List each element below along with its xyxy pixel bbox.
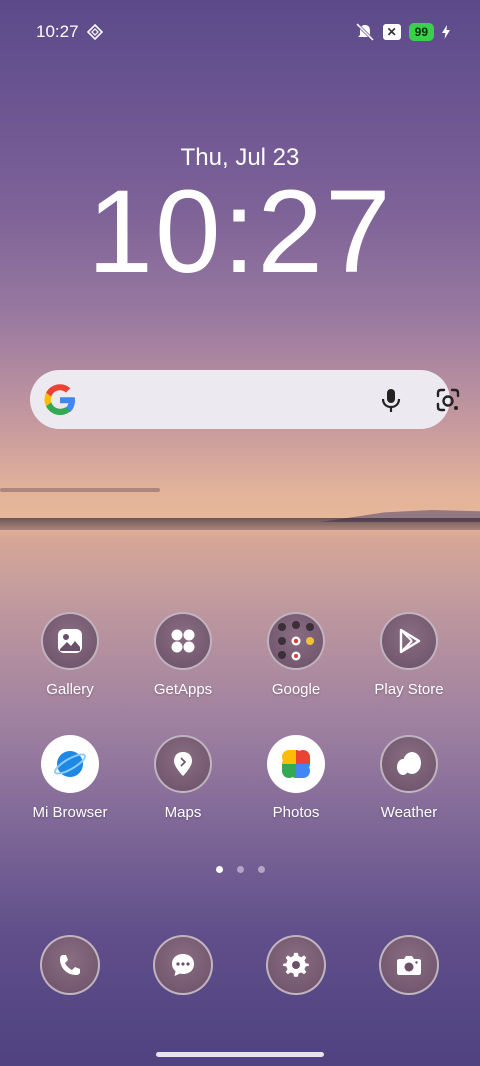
phone-icon (60, 955, 80, 975)
mute-bell-icon (355, 23, 374, 41)
page-dot-active[interactable] (215, 866, 223, 873)
status-bar: 10:27 ✕ 99 (36, 20, 450, 44)
app-getapps[interactable]: GetApps (127, 612, 239, 698)
charging-bolt-icon (442, 25, 450, 39)
clock-time[interactable]: 10:27 (0, 172, 480, 292)
app-photos[interactable]: Photos (240, 735, 352, 821)
page-dot[interactable] (257, 866, 265, 873)
app-gallery[interactable]: Gallery (14, 612, 126, 698)
app-google-folder[interactable]: Google (240, 612, 352, 698)
mi-browser-icon (41, 735, 99, 793)
getapps-icon (154, 612, 212, 670)
app-mi-browser[interactable]: Mi Browser (14, 735, 126, 821)
app-play-store[interactable]: Play Store (353, 612, 465, 698)
dock-camera[interactable] (379, 935, 439, 995)
voice-search-mic-icon[interactable] (377, 386, 405, 414)
wallpaper-haze (0, 488, 160, 492)
status-time: 10:27 (36, 22, 79, 41)
page-indicator (0, 866, 480, 873)
app-label: Play Store (374, 681, 444, 698)
camera-icon (397, 956, 421, 975)
play-store-icon (380, 612, 438, 670)
maps-icon (154, 735, 212, 793)
no-signal-icon: ✕ (382, 24, 401, 40)
gesture-nav-bar[interactable] (156, 1052, 324, 1057)
settings-icon (283, 952, 309, 977)
app-label: Weather (380, 804, 438, 821)
dock-messages[interactable] (153, 935, 213, 995)
app-weather[interactable]: Weather (353, 735, 465, 821)
messages-icon (172, 954, 194, 976)
photos-icon (267, 735, 325, 793)
app-label: Gallery (46, 681, 94, 698)
google-search-bar[interactable] (30, 370, 460, 429)
google-folder-icon (267, 612, 325, 670)
app-label: Maps (164, 804, 202, 821)
app-label: Mi Browser (32, 804, 108, 821)
gallery-icon (41, 612, 99, 670)
battery-level: 99 (408, 23, 434, 41)
app-label: GetApps (153, 681, 213, 698)
google-g-icon (44, 384, 75, 415)
app-label: Photos (272, 804, 320, 821)
app-label: Google (271, 681, 321, 698)
sync-diamond-icon (86, 24, 103, 40)
app-maps[interactable]: Maps (127, 735, 239, 821)
page-dot[interactable] (236, 866, 244, 873)
weather-icon (380, 735, 438, 793)
google-lens-icon[interactable] (434, 386, 462, 414)
dock-settings[interactable] (266, 935, 326, 995)
dock-phone[interactable] (40, 935, 100, 995)
wallpaper-horizon (0, 518, 480, 530)
